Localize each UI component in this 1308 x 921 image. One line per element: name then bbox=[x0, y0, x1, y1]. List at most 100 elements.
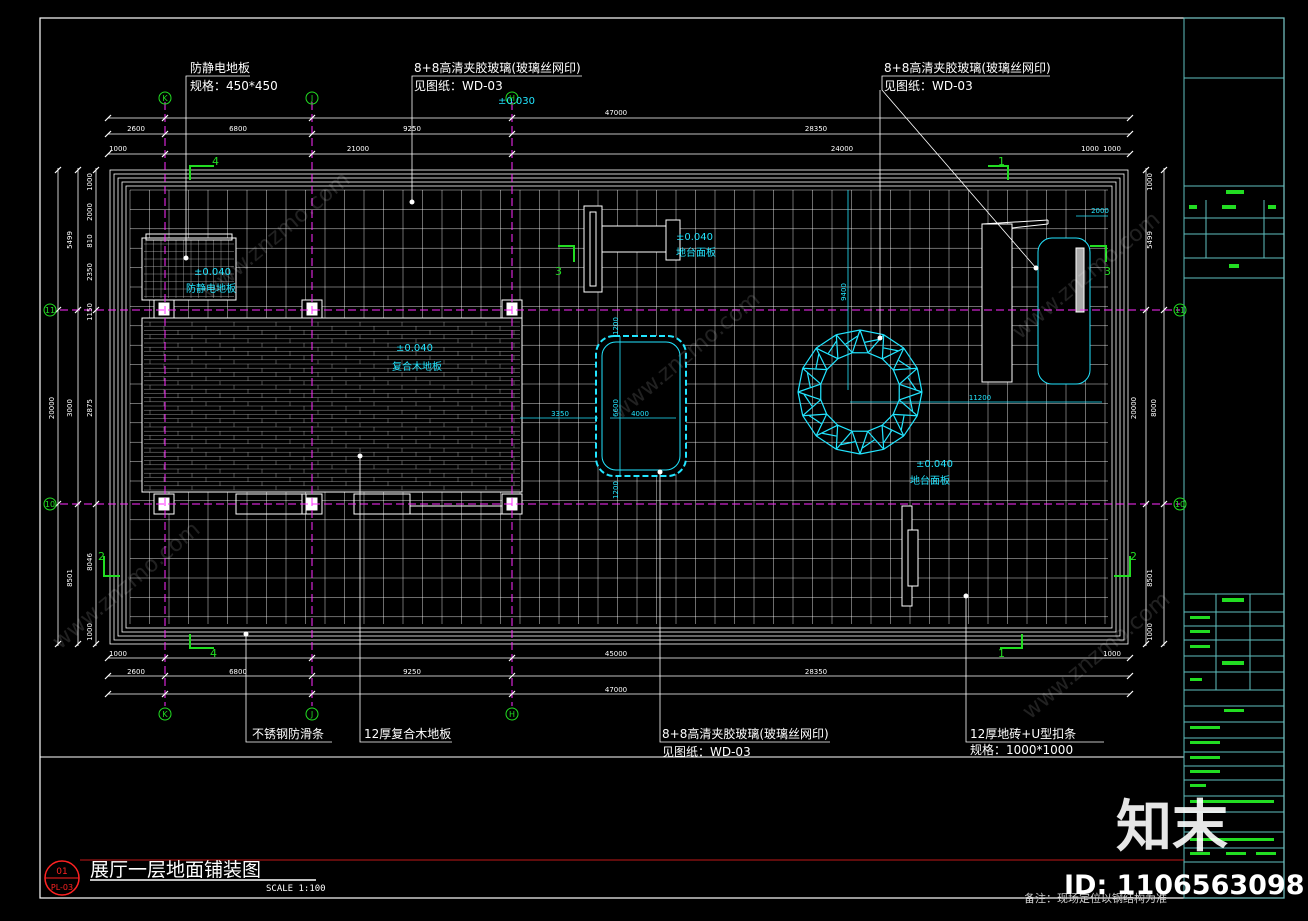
label-steel-strip: 不锈钢防滑条 bbox=[252, 726, 324, 741]
ring-segment bbox=[867, 430, 885, 450]
ring-segment bbox=[835, 334, 839, 359]
section-num-1-bottom: 1 bbox=[998, 647, 1005, 660]
section-num-4-top: 4 bbox=[212, 155, 219, 168]
ring-segment bbox=[835, 425, 839, 450]
watermark-brand: 知末 bbox=[1116, 795, 1228, 860]
ring-segment bbox=[822, 432, 837, 437]
dim-right-2: 20000 bbox=[1130, 397, 1138, 419]
axis-label-j-bottom: J bbox=[310, 710, 313, 719]
ring-segment bbox=[797, 391, 821, 401]
ring-segment bbox=[892, 369, 900, 385]
axis-label-11-right: 11 bbox=[1175, 306, 1185, 315]
label-glass-top-center-ref: 见图纸：WD-03 bbox=[414, 79, 503, 93]
ring-segment bbox=[835, 430, 853, 450]
ring-segment bbox=[797, 368, 804, 393]
ring-segment bbox=[851, 329, 861, 353]
ring-segment bbox=[835, 334, 853, 354]
label-glass-top-center: 8+8高清夹胶玻璃(玻璃丝网印) bbox=[414, 60, 581, 75]
ring-segment bbox=[867, 352, 883, 360]
ring-segment bbox=[899, 383, 923, 393]
dim-bottom-r2-1: 6800 bbox=[229, 668, 247, 676]
ring-segment bbox=[883, 334, 905, 349]
dim-inner-5: 1200 bbox=[612, 317, 620, 335]
wood-tag: 复合木地板 bbox=[392, 360, 442, 373]
ring-structure bbox=[797, 329, 923, 455]
ring-segment bbox=[802, 347, 817, 369]
axis-label-k-top: K bbox=[162, 94, 168, 103]
dim-bottom-r2-0: 2600 bbox=[127, 668, 145, 676]
axis-label-h-top: H bbox=[509, 94, 515, 103]
drawing-title-badge: 01 PL-03 bbox=[44, 860, 80, 896]
ring-segment bbox=[820, 399, 828, 415]
ring-segment bbox=[837, 424, 853, 432]
ring-segment bbox=[815, 435, 837, 450]
ring-segment bbox=[903, 415, 918, 437]
dim-left-3: 810 bbox=[86, 234, 94, 247]
axis-label-11-left: 11 bbox=[45, 306, 55, 315]
section-num-2-right: 2 bbox=[1130, 550, 1137, 563]
badge-top: 01 bbox=[56, 867, 67, 877]
wood-floor-hatch bbox=[144, 321, 520, 491]
drawing-title: 展厅一层地面铺装图 bbox=[90, 859, 261, 881]
section-num-1-top: 1 bbox=[998, 155, 1005, 168]
label-floor-tile-spec: 规格：1000*1000 bbox=[970, 742, 1073, 757]
ring-segment bbox=[837, 352, 853, 360]
dim-top-r1-0: 2600 bbox=[127, 125, 145, 133]
ring-segment bbox=[826, 358, 839, 371]
axis-label-10-left: 10 bbox=[45, 500, 55, 509]
ring-segment bbox=[859, 448, 884, 455]
ring-segment bbox=[802, 413, 827, 417]
ring-segment bbox=[916, 391, 923, 416]
dim-inner-0: 2000 bbox=[1091, 207, 1109, 215]
dim-left-2: 5499 bbox=[66, 231, 74, 249]
label-glass-top-right: 8+8高清夹胶玻璃(玻璃丝网印) bbox=[884, 60, 1051, 75]
dim-top-r2-3: 1000 bbox=[1081, 145, 1099, 153]
ring-segment bbox=[802, 367, 827, 371]
axis-label-k-bottom: K bbox=[162, 710, 168, 719]
dim-left-9: 8046 bbox=[86, 553, 94, 571]
label-static-floor-spec: 规格：450*450 bbox=[190, 78, 278, 93]
dim-left-5: 1150 bbox=[86, 303, 94, 321]
ring-segment bbox=[916, 368, 923, 393]
dim-top-r1-1: 6800 bbox=[229, 125, 247, 133]
dim-right-4: 8501 bbox=[1146, 569, 1154, 587]
dim-inner-1: 11200 bbox=[969, 394, 991, 402]
section-num-2-left: 2 bbox=[98, 550, 105, 563]
dim-inner-7: 9400 bbox=[840, 283, 848, 301]
ring-segment bbox=[802, 399, 822, 417]
badge-bottom: PL-03 bbox=[51, 883, 73, 892]
dim-inner-6: 1200 bbox=[612, 481, 620, 499]
dim-right-3: 8000 bbox=[1150, 399, 1158, 417]
ring-segment bbox=[881, 413, 894, 426]
label-glass-bottom-ref: 见图纸：WD-03 bbox=[662, 745, 751, 759]
label-glass-bottom: 8+8高清夹胶玻璃(玻璃丝网印) bbox=[662, 726, 829, 741]
elev-stage: ±0.040 bbox=[676, 232, 713, 243]
watermark-id: ID: 1106563098 bbox=[1064, 870, 1305, 901]
dim-bottom-total: 47000 bbox=[605, 686, 627, 694]
dim-top-r2-2: 24000 bbox=[831, 145, 853, 153]
dim-bottom-r2-2: 9250 bbox=[403, 668, 421, 676]
dim-top-r2-1: 21000 bbox=[347, 145, 369, 153]
dim-bottom-r1-1: 45000 bbox=[605, 650, 627, 658]
dim-right-0: 1000 bbox=[1146, 173, 1154, 191]
title-block-fills bbox=[1189, 190, 1276, 855]
title-block bbox=[1183, 17, 1285, 899]
ring-segment bbox=[881, 425, 885, 450]
drawing-scale: SCALE 1:100 bbox=[266, 884, 326, 894]
watermark-url-1: www.znzmo.com bbox=[198, 167, 355, 305]
dim-inner-2: 3350 bbox=[551, 410, 569, 418]
ring-segment bbox=[808, 415, 822, 425]
section-num-3-left: 3 bbox=[555, 265, 562, 278]
label-glass-top-right-ref: 见图纸：WD-03 bbox=[884, 79, 973, 93]
axis-label-10-right: 10 bbox=[1175, 500, 1185, 509]
label-wood-floor: 12厚复合木地板 bbox=[364, 726, 451, 741]
dim-left-1: 2000 bbox=[86, 203, 94, 221]
dim-top-r2-0: 1000 bbox=[109, 145, 127, 153]
ring-segment bbox=[859, 431, 869, 455]
ring-segment bbox=[836, 448, 861, 455]
dim-top-r2-4: 1000 bbox=[1103, 145, 1121, 153]
dim-top-r1-3: 28350 bbox=[805, 125, 827, 133]
dim-left-4: 2350 bbox=[86, 263, 94, 281]
dim-bottom-r1-0: 1000 bbox=[109, 650, 127, 658]
ring-segment bbox=[827, 340, 837, 354]
